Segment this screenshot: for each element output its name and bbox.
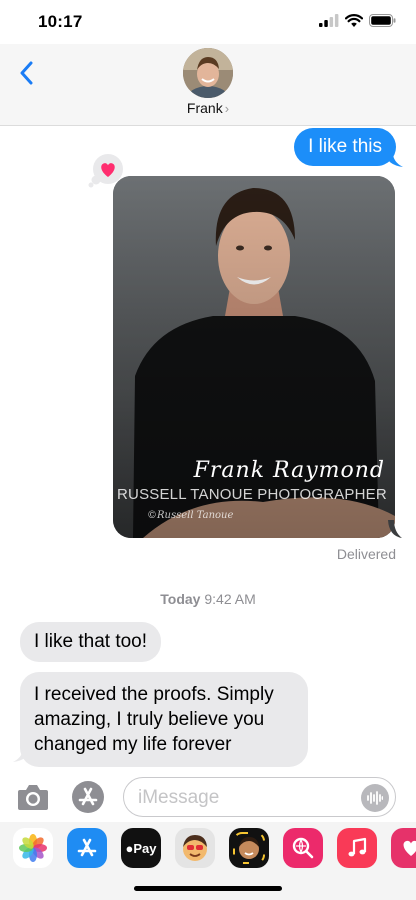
photo-studio-caption: RUSSELL TANOUE PHOTOGRAPHER (117, 486, 387, 503)
music-app[interactable] (337, 828, 377, 868)
photos-app[interactable] (13, 828, 53, 868)
battery-icon (369, 14, 396, 27)
chevron-right-icon: › (224, 101, 230, 116)
camera-icon[interactable] (16, 782, 50, 812)
web-search-app[interactable] (283, 828, 323, 868)
avatar-photo (183, 48, 233, 98)
heart-sticker-icon (403, 840, 416, 856)
portrait-photo (113, 176, 395, 538)
delivered-status: Delivered (336, 546, 396, 562)
animoji-icon (233, 832, 265, 864)
memoji-app[interactable] (175, 828, 215, 868)
timestamp-day: Today (160, 591, 201, 607)
app-store-app[interactable] (67, 828, 107, 868)
app-store-button-icon[interactable] (70, 780, 106, 814)
audio-message-button[interactable] (361, 784, 389, 812)
wifi-icon (345, 14, 363, 27)
received-message-text: I received the proofs. Simply amazing, I… (34, 684, 274, 755)
photos-icon (19, 834, 47, 862)
contact-name: Frank (186, 100, 223, 116)
received-bubble-tail (13, 748, 31, 762)
animoji-app[interactable] (229, 828, 269, 868)
sent-message-bubble[interactable]: I like this (294, 128, 396, 166)
conversation-timestamp: Today 9:42 AM (0, 591, 416, 607)
photo-watermark: ©Russell Tanoue (147, 510, 234, 521)
web-search-icon (292, 837, 314, 859)
apple-pay-icon: ●Pay (126, 841, 157, 856)
music-icon (348, 837, 367, 857)
photo-message[interactable]: Frank Raymond RUSSELL TANOUE PHOTOGRAPHE… (113, 176, 395, 538)
status-bar: 10:17 (0, 0, 416, 44)
sticker-app[interactable] (391, 828, 416, 868)
photo-bubble-tail (388, 520, 402, 538)
timestamp-time: 9:42 AM (204, 591, 256, 607)
photo-signature-name: Frank Raymond (193, 458, 385, 483)
messages-screen: 10:17 Frank › I like this Frank Raymond … (0, 0, 416, 900)
waveform-icon (367, 791, 383, 805)
status-icons (319, 14, 396, 27)
conversation-header: Frank › (0, 44, 416, 126)
memoji-icon (183, 835, 207, 861)
apple-pay-app[interactable]: ●Pay (121, 828, 161, 868)
contact-avatar[interactable] (183, 48, 233, 98)
app-store-icon (77, 838, 97, 857)
sent-message-text: I like this (308, 136, 382, 157)
chevron-left-icon (20, 61, 33, 85)
status-time: 10:17 (38, 12, 83, 31)
imessage-input[interactable]: iMessage (123, 777, 396, 817)
apple-pay-label: Pay (133, 840, 157, 856)
received-message-bubble[interactable]: I like that too! (20, 622, 162, 662)
sent-bubble-tail (385, 153, 403, 167)
home-indicator[interactable] (134, 886, 282, 891)
imessage-placeholder: iMessage (138, 787, 220, 808)
received-message-bubble[interactable]: I received the proofs. Simply amazing, I… (20, 672, 308, 767)
cellular-signal-icon (319, 14, 339, 27)
received-message-text: I like that too! (34, 631, 148, 652)
contact-name-button[interactable]: Frank › (0, 100, 416, 116)
back-button[interactable] (14, 58, 38, 88)
